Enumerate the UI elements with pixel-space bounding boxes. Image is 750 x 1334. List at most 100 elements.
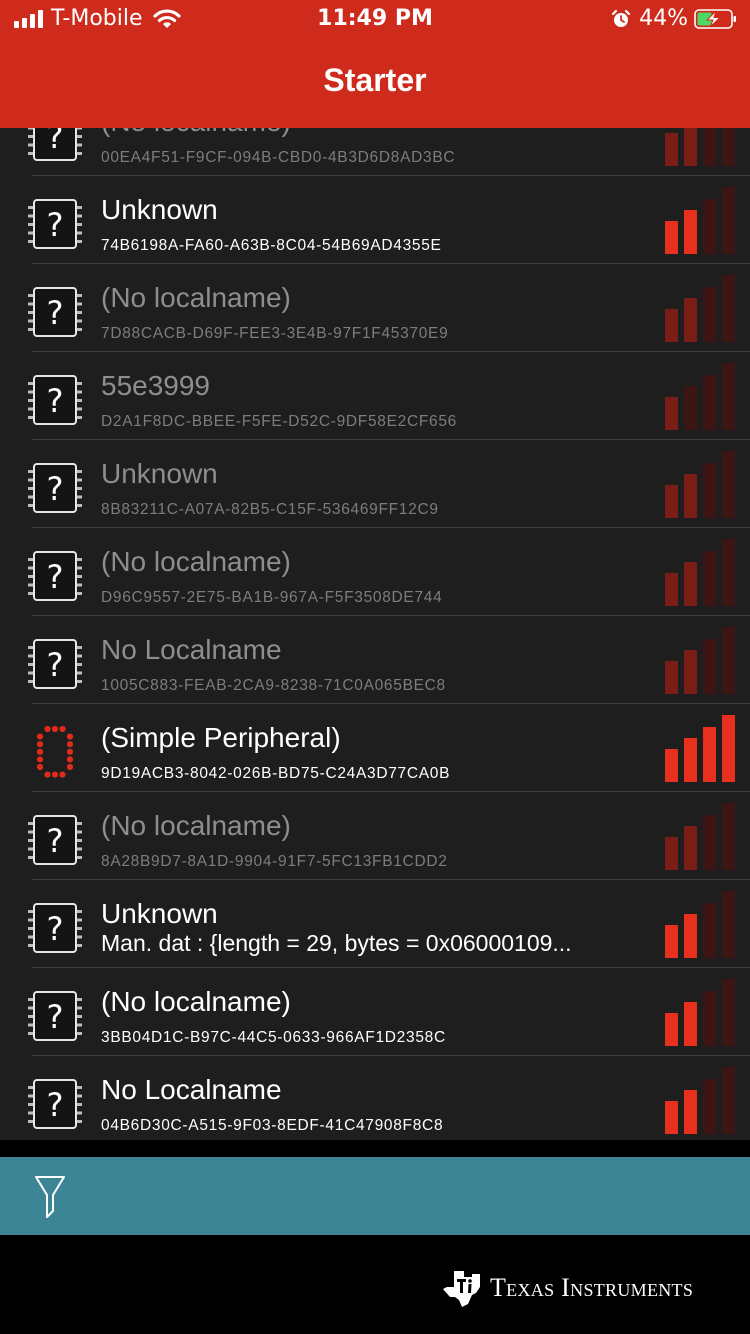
device-row[interactable]: ? Unknown 8B83211C-A07A-82B5-C15F-536469FF… (0, 440, 750, 528)
device-identifier: 04B6D30C-A515-9F03-8EDF-41C47908F8C8 (101, 1117, 444, 1134)
signal-bar (684, 386, 697, 430)
signal-bar (722, 979, 735, 1046)
texas-instruments-logo-icon (443, 1271, 480, 1307)
signal-bar (722, 539, 735, 606)
signal-bar (684, 738, 697, 782)
signal-bar (665, 573, 678, 606)
signal-strength-indicator (665, 616, 737, 704)
device-name: (Simple Peripheral) (101, 722, 341, 753)
device-row[interactable]: ? (No localname) 00EA4F51-F9CF-094B-CBD0-4… (0, 128, 750, 176)
signal-bar (684, 474, 697, 518)
signal-bar (722, 803, 735, 870)
device-name: No Localname (101, 1074, 282, 1105)
signal-bar (722, 627, 735, 694)
signal-bar (665, 485, 678, 518)
device-identifier: 74B6198A-FA60-A63B-8C04-54B69AD4355E (101, 237, 442, 254)
signal-bar (684, 128, 697, 166)
signal-bar (665, 133, 678, 166)
device-row[interactable]: ? 55e3999 D2A1F8DC-BBEE-F5FE-D52C-9DF58E2C… (0, 352, 750, 440)
brand-text: Texas Instruments (490, 1273, 694, 1302)
device-identifier: 8B83211C-A07A-82B5-C15F-536469FF12C9 (101, 501, 439, 518)
device-identifier: 9D19ACB3-8042-026B-BD75-C24A3D77CA0B (101, 765, 451, 782)
signal-bar (703, 815, 716, 870)
svg-text:?: ? (47, 382, 64, 420)
signal-bar (703, 375, 716, 430)
signal-bar (722, 187, 735, 254)
signal-strength-indicator (665, 352, 737, 440)
device-name: (No localname) (101, 546, 291, 577)
device-identifier: 8A28B9D7-8A1D-9904-91F7-5FC13FB1CDD2 (101, 853, 448, 870)
device-identifier: 7D88CACB-D69F-FEE3-3E4B-97F1F45370E9 (101, 325, 449, 342)
device-name: Unknown (101, 898, 218, 929)
signal-bar (684, 914, 697, 958)
signal-bar (665, 221, 678, 254)
device-identifier: 1005C883-FEAB-2CA9-8238-71C0A065BEC8 (101, 677, 446, 694)
device-name: Unknown (101, 458, 218, 489)
svg-text:?: ? (47, 294, 64, 332)
signal-bar (722, 363, 735, 430)
page-title: Starter (323, 62, 427, 98)
svg-text:?: ? (47, 470, 64, 508)
signal-bar (665, 837, 678, 870)
device-name: Unknown (101, 194, 218, 225)
signal-strength-indicator (665, 528, 737, 616)
signal-bar (665, 749, 678, 782)
device-row[interactable]: ? (No localname) 8A28B9D7-8A1D-9904-91F7-5… (0, 792, 750, 880)
signal-bar (703, 199, 716, 254)
signal-bar (722, 1067, 735, 1134)
device-row[interactable]: ? (No localname) 3BB04D1C-B97C-44C5-0633-9… (0, 968, 750, 1056)
signal-bar (665, 661, 678, 694)
brand-footer: Texas Instruments (0, 1235, 750, 1334)
signal-bar (684, 826, 697, 870)
signal-bar (703, 1079, 716, 1134)
signal-bar (684, 1002, 697, 1046)
filter-icon[interactable] (34, 1175, 66, 1219)
device-row[interactable]: ? Unknown 74B6198A-FA60-A63B-8C04-54B69AD4… (0, 176, 750, 264)
device-row[interactable]: ? (No localname) D96C9557-2E75-BA1B-967A-F… (0, 528, 750, 616)
signal-bar (722, 451, 735, 518)
device-name: (No localname) (101, 810, 291, 841)
signal-bar (665, 1013, 678, 1046)
signal-bar (722, 891, 735, 958)
device-list[interactable]: ? (No localname) 00EA4F51-F9CF-094B-CBD0-4… (0, 128, 750, 1140)
svg-text:?: ? (47, 998, 64, 1036)
signal-strength-indicator (665, 704, 737, 792)
signal-bar (703, 903, 716, 958)
device-row[interactable]: ? (No localname) 7D88CACB-D69F-FEE3-3E4B-9… (0, 264, 750, 352)
device-row[interactable]: ? Unknown Man. dat : {length = 29, bytes =… (0, 880, 750, 968)
svg-text:?: ? (47, 558, 64, 596)
signal-bar (665, 309, 678, 342)
device-manufacturer-data: Man. dat : {length = 29, bytes = 0x06000… (101, 930, 572, 956)
alarm-clock-icon (611, 9, 631, 27)
signal-bar (703, 463, 716, 518)
device-name: 55e3999 (101, 370, 211, 401)
status-bar: T-Mobile 11:49 PM 44% (0, 0, 750, 40)
signal-bar (684, 1090, 697, 1134)
signal-bar (665, 925, 678, 958)
device-row[interactable]: (Simple Peripheral) 9D19ACB3-8042-026B-BD… (0, 704, 750, 792)
signal-strength-indicator (665, 128, 737, 176)
signal-bar (684, 298, 697, 342)
signal-strength-indicator (665, 440, 737, 528)
device-name: No Localname (101, 634, 282, 665)
signal-strength-indicator (665, 792, 737, 880)
signal-strength-indicator (665, 968, 737, 1056)
signal-bar (722, 715, 735, 782)
signal-bar (703, 551, 716, 606)
signal-bar (703, 727, 716, 782)
signal-bar (684, 210, 697, 254)
signal-strength-indicator (665, 176, 737, 264)
battery-charging-icon (694, 8, 736, 29)
signal-bar (722, 128, 735, 166)
navigation-bar: Starter (0, 40, 750, 128)
filter-toolbar (0, 1157, 750, 1235)
signal-strength-indicator (665, 880, 737, 968)
device-row[interactable]: ? No Localname 04B6D30C-A515-9F03-8EDF-41C… (0, 1056, 750, 1140)
signal-bar (684, 650, 697, 694)
svg-text:?: ? (47, 910, 64, 948)
svg-text:?: ? (47, 1086, 64, 1124)
device-row[interactable]: ? No Localname 1005C883-FEAB-2CA9-8238-71C… (0, 616, 750, 704)
device-identifier: 00EA4F51-F9CF-094B-CBD0-4B3D6D8AD3BC (101, 149, 456, 166)
device-identifier: D2A1F8DC-BBEE-F5FE-D52C-9DF58E2CF656 (101, 413, 457, 430)
device-name: (No localname) (101, 986, 291, 1017)
